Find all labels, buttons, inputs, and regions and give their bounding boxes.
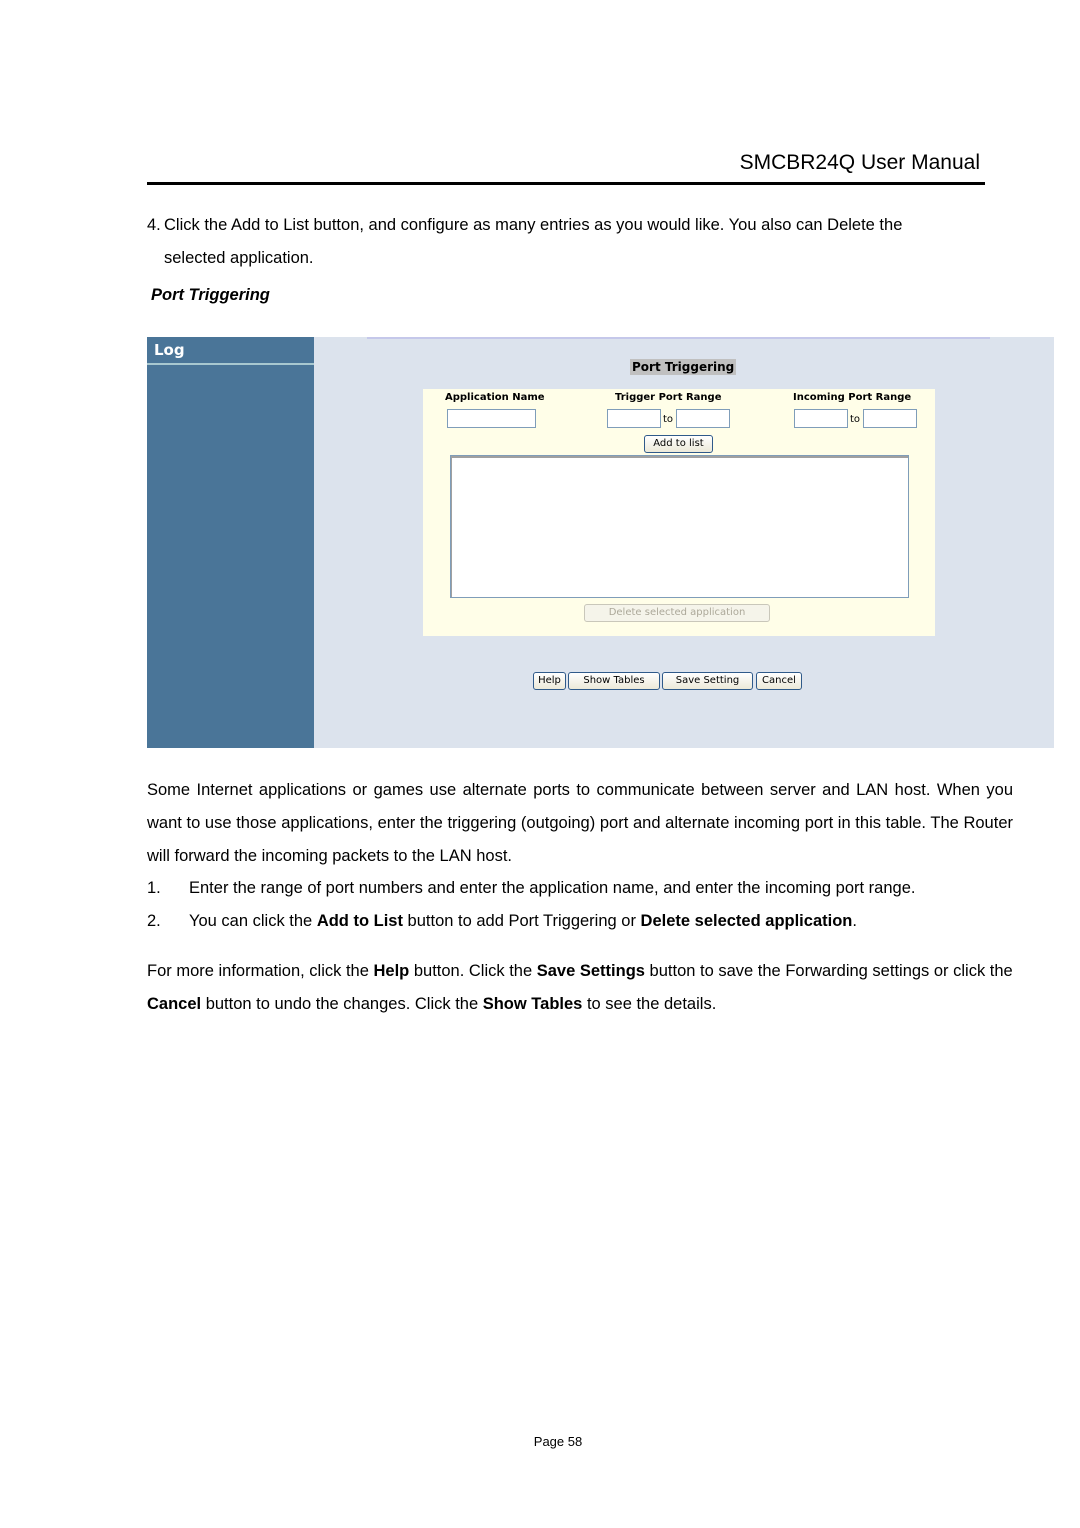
text-run: button to undo the changes. Click the [201, 995, 483, 1013]
step-text-line1: Click the Add to List button, and config… [164, 216, 903, 234]
incoming-port-range-label: Incoming Port Range [793, 392, 912, 403]
text-run: button to save the Forwarding settings o… [644, 962, 1013, 980]
step-number: 4. [147, 216, 161, 234]
text-run: For more information, click the [147, 962, 374, 980]
show-tables-button[interactable]: Show Tables [568, 672, 660, 690]
add-to-list-button[interactable]: Add to list [644, 435, 713, 453]
emphasis-help: Help [373, 962, 410, 980]
delete-selected-application-button[interactable]: Delete selected application [584, 604, 770, 622]
application-name-input[interactable] [447, 409, 536, 428]
text-run: You can click the [189, 912, 317, 930]
text-run: button to add Port Triggering or [402, 912, 641, 930]
header-divider [147, 182, 985, 185]
port-triggering-screenshot: Log Port Triggering Application Name Tri… [147, 337, 1054, 748]
application-list[interactable] [450, 455, 909, 598]
text-run: to see the details. [582, 995, 717, 1013]
save-setting-button[interactable]: Save Setting [662, 672, 753, 690]
list-item: 2. You can click the Add to List button … [147, 905, 1013, 938]
instruction-list: 1. Enter the range of port numbers and e… [147, 872, 1013, 938]
sidebar: Log [147, 337, 314, 748]
sidebar-item-log[interactable]: Log [154, 341, 185, 359]
trigger-port-from-input[interactable] [607, 409, 661, 428]
list-item-text: You can click the Add to List button to … [189, 912, 857, 930]
list-item: 1. Enter the range of port numbers and e… [147, 872, 1013, 905]
list-item-number: 1. [147, 879, 161, 897]
cancel-button[interactable]: Cancel [756, 672, 802, 690]
step-text-line2: selected application. [164, 249, 314, 267]
page-number: Page 58 [533, 1434, 583, 1449]
list-item-text: Enter the range of port numbers and ente… [189, 879, 916, 897]
trigger-port-range-label: Trigger Port Range [615, 392, 722, 403]
emphasis-save-settings: Save Settings [536, 962, 645, 980]
top-divider [367, 337, 990, 339]
text-run: . [852, 912, 857, 930]
list-item-number: 2. [147, 912, 161, 930]
panel-title: Port Triggering [630, 359, 737, 375]
document-header-title: SMCBR24Q User Manual [739, 151, 980, 174]
emphasis-cancel: Cancel [147, 995, 202, 1013]
text-run: button. Click the [409, 962, 537, 980]
incoming-to-label: to [850, 414, 861, 425]
emphasis-add-to-list: Add to List [316, 912, 403, 930]
trigger-port-to-input[interactable] [676, 409, 730, 428]
sidebar-divider [147, 363, 314, 365]
intro-paragraph: Some Internet applications or games use … [147, 781, 1013, 865]
more-info-paragraph: For more information, click the Help but… [147, 955, 1013, 1021]
section-heading: Port Triggering [151, 286, 270, 304]
emphasis-delete-selected-application: Delete selected application [640, 912, 853, 930]
incoming-port-to-input[interactable] [863, 409, 917, 428]
help-button[interactable]: Help [533, 672, 566, 690]
trigger-to-label: to [663, 414, 674, 425]
emphasis-show-tables: Show Tables [482, 995, 583, 1013]
step-4-instruction: 4. Click the Add to List button, and conf… [147, 209, 997, 275]
application-name-label: Application Name [445, 392, 545, 403]
incoming-port-from-input[interactable] [794, 409, 848, 428]
port-triggering-form: Application Name Trigger Port Range Inco… [423, 389, 935, 636]
